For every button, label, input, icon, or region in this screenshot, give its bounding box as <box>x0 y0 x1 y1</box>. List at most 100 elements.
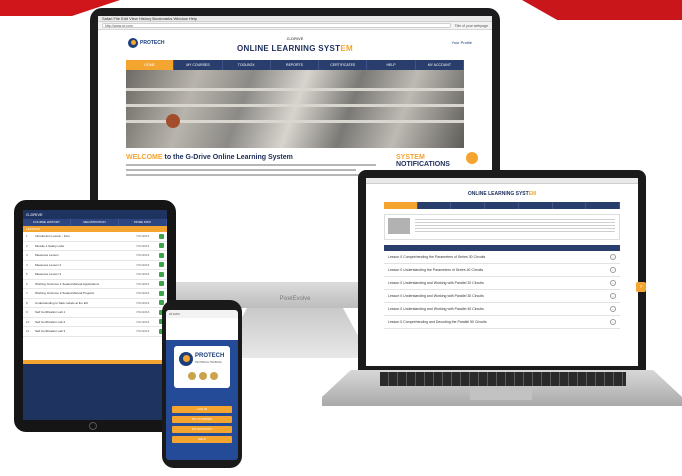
tablet-screen: G-DRIVE COURSE HISTORY REGISTRATION MORE… <box>23 210 167 420</box>
chevron-right-icon[interactable]: › <box>610 267 616 273</box>
tablet: G-DRIVE COURSE HISTORY REGISTRATION MORE… <box>14 200 176 432</box>
chevron-right-icon[interactable]: › <box>610 306 616 312</box>
chevron-right-icon[interactable]: › <box>610 319 616 325</box>
row-date: 7/21/2016 <box>136 272 150 277</box>
lessons-list: Lesson 0 Comprehending the Parameters of… <box>384 251 620 329</box>
list-item[interactable]: Lesson 0 Understanding and Working with … <box>384 277 620 290</box>
list-item[interactable]: Lesson 0 Understanding the Parameters of… <box>384 264 620 277</box>
site-header: PROTECH G-DRIVE ONLINE LEARNING SYSTEM Y… <box>98 30 492 60</box>
row-label: Measures Lesson <box>35 253 59 258</box>
row-number: 10 <box>26 319 30 324</box>
nav-item-help[interactable]: HELP <box>367 60 416 70</box>
main-nav: HOME MY COURSES TOOLBOX REPORTS CERTIFIC… <box>126 60 464 70</box>
lesson-label: Lesson 0 Understanding the Parameters of… <box>388 268 484 272</box>
list-item[interactable]: Lesson 0 Understanding and Working with … <box>384 303 620 316</box>
laptop-site-title: ONLINE LEARNING SYSTEM <box>366 191 638 197</box>
row-label: Working Outcome 2 Sealed Manual Projects <box>35 291 94 296</box>
table-row[interactable]: 3 Measures Lesson 7/21/2016 <box>23 251 167 261</box>
laptop-trackpad <box>470 388 532 400</box>
check-icon <box>159 290 164 296</box>
phone-url-bar[interactable]: ot.com <box>166 310 238 318</box>
laptop-nav-item[interactable] <box>553 202 587 209</box>
nav-item-my-account[interactable]: MY ACCOUNT <box>416 60 464 70</box>
row-number: 4 <box>26 262 28 267</box>
login-button[interactable]: LOG IN <box>172 406 232 413</box>
notification-toggle-icon[interactable] <box>466 152 478 164</box>
nav-item-home[interactable]: HOME <box>126 60 175 70</box>
row-label: Working Outcome 1 Sealed Manual Applicat… <box>35 281 100 286</box>
row-number: 8 <box>26 300 28 305</box>
course-description <box>415 219 615 233</box>
check-icon <box>159 252 164 258</box>
laptop-nav-item[interactable] <box>451 202 486 209</box>
row-number: 11 <box>26 329 30 334</box>
table-row[interactable]: 9 Self Certification Lab 1 7/21/2016 <box>23 308 167 318</box>
table-row[interactable]: 1 Introduction Lesson - Intro 7/21/2016 <box>23 232 167 242</box>
phone-screen: ot.com PROTECH TECHNICAL TRAINING LOG IN… <box>166 310 238 460</box>
tab-registration[interactable]: REGISTRATION <box>71 219 119 226</box>
tablet-footer <box>23 360 167 420</box>
row-date: 7/21/2016 <box>136 234 150 239</box>
welcome-text-placeholder <box>126 174 366 176</box>
table-row[interactable]: 7 Working Outcome 2 Sealed Manual Project… <box>23 289 167 299</box>
table-row[interactable]: 5 Measures Lesson 3 7/21/2016 <box>23 270 167 280</box>
nav-item-toolbox[interactable]: TOOLBOX <box>223 60 271 70</box>
table-row[interactable]: 2 Module 1 Safety Labs 7/21/2016 <box>23 242 167 251</box>
list-item[interactable]: Lesson 0 Comprehending the Parameters of… <box>384 251 620 264</box>
laptop-title-main: ONLINE LEARNING SYST <box>467 191 529 197</box>
smartphone: ot.com PROTECH TECHNICAL TRAINING LOG IN… <box>162 300 242 468</box>
lesson-label: Lesson 0 Comprehending the Parameters of… <box>388 255 486 259</box>
laptop-nav-item[interactable] <box>519 202 553 209</box>
laptop-nav-item[interactable] <box>586 202 621 209</box>
tablet-footer-accent <box>23 360 167 364</box>
row-date: 7/21/2016 <box>136 281 150 286</box>
lesson-label: Lesson 0 Understanding and Working with … <box>388 281 484 285</box>
table-row[interactable]: 8 Understanding to Safe Labels at the EO 7… <box>23 299 167 308</box>
laptop-nav-item[interactable] <box>384 202 418 209</box>
browser-tab[interactable]: Title of your webpage <box>455 24 488 28</box>
my-account-button[interactable]: MY ACCOUNT <box>172 426 232 433</box>
side-tab-icon[interactable]: › <box>636 282 646 292</box>
nav-item-reports[interactable]: REPORTS <box>271 60 320 70</box>
hero-pipe <box>126 88 464 91</box>
notifications-rest: NOTIFICATIONS <box>396 161 450 168</box>
tab-course-history[interactable]: COURSE HISTORY <box>23 219 71 226</box>
row-date: 7/21/2016 <box>136 291 150 296</box>
site-title-main: ONLINE LEARNING SYST <box>237 44 341 53</box>
laptop-nav-item[interactable] <box>485 202 519 209</box>
row-date: 7/21/2016 <box>136 262 150 267</box>
check-icon <box>159 243 164 249</box>
row-label: Understanding to Safe Labels at the EO <box>35 300 89 305</box>
chevron-right-icon[interactable]: › <box>610 280 616 286</box>
welcome-text-placeholder <box>126 169 356 171</box>
row-date: 7/21/2016 <box>136 319 150 324</box>
row-number: 6 <box>26 281 28 286</box>
chevron-right-icon[interactable]: › <box>610 293 616 299</box>
laptop-screen: ONLINE LEARNING SYSTEM Lesson 0 Comprehe… <box>366 178 638 366</box>
url-input[interactable]: http://www.ot.com <box>102 23 451 28</box>
nav-item-my-courses[interactable]: MY COURSES <box>174 60 223 70</box>
table-row[interactable]: 11 Self Certification Lab 3 7/21/2016 <box>23 327 167 337</box>
red-banner-right <box>522 0 682 20</box>
tablet-tabs: COURSE HISTORY REGISTRATION MORE INFO <box>23 219 167 226</box>
table-row[interactable]: 6 Working Outcome 1 Sealed Manual Applica… <box>23 280 167 289</box>
list-item[interactable]: Lesson 0 Comprehending and Decoding the … <box>384 316 620 329</box>
phone-header <box>166 318 238 340</box>
tab-more-info[interactable]: MORE INFO <box>119 219 167 226</box>
course-intro-card <box>384 214 620 240</box>
logo-icon <box>179 352 193 366</box>
home-button[interactable] <box>89 422 97 430</box>
list-item[interactable]: Lesson 0 Understanding and Working with … <box>384 290 620 303</box>
table-row[interactable]: 10 Self Certification Lab 2 7/21/2016 <box>23 318 167 327</box>
row-date: 7/21/2016 <box>136 300 150 305</box>
help-button[interactable]: HELP <box>172 436 232 443</box>
chevron-right-icon[interactable]: › <box>610 254 616 260</box>
course-thumbnail <box>388 218 410 234</box>
my-courses-button[interactable]: MY COURSES <box>172 416 232 423</box>
badge-icon <box>210 372 218 380</box>
profile-link[interactable]: Your Profile <box>451 40 472 45</box>
device-mockup-stage: Safari File Edit View History Bookmarks … <box>0 0 682 476</box>
table-row[interactable]: 4 Measures Lesson 2 7/21/2016 <box>23 261 167 270</box>
laptop-nav-item[interactable] <box>418 202 452 209</box>
nav-item-certificates[interactable]: CERTIFICATES <box>319 60 368 70</box>
